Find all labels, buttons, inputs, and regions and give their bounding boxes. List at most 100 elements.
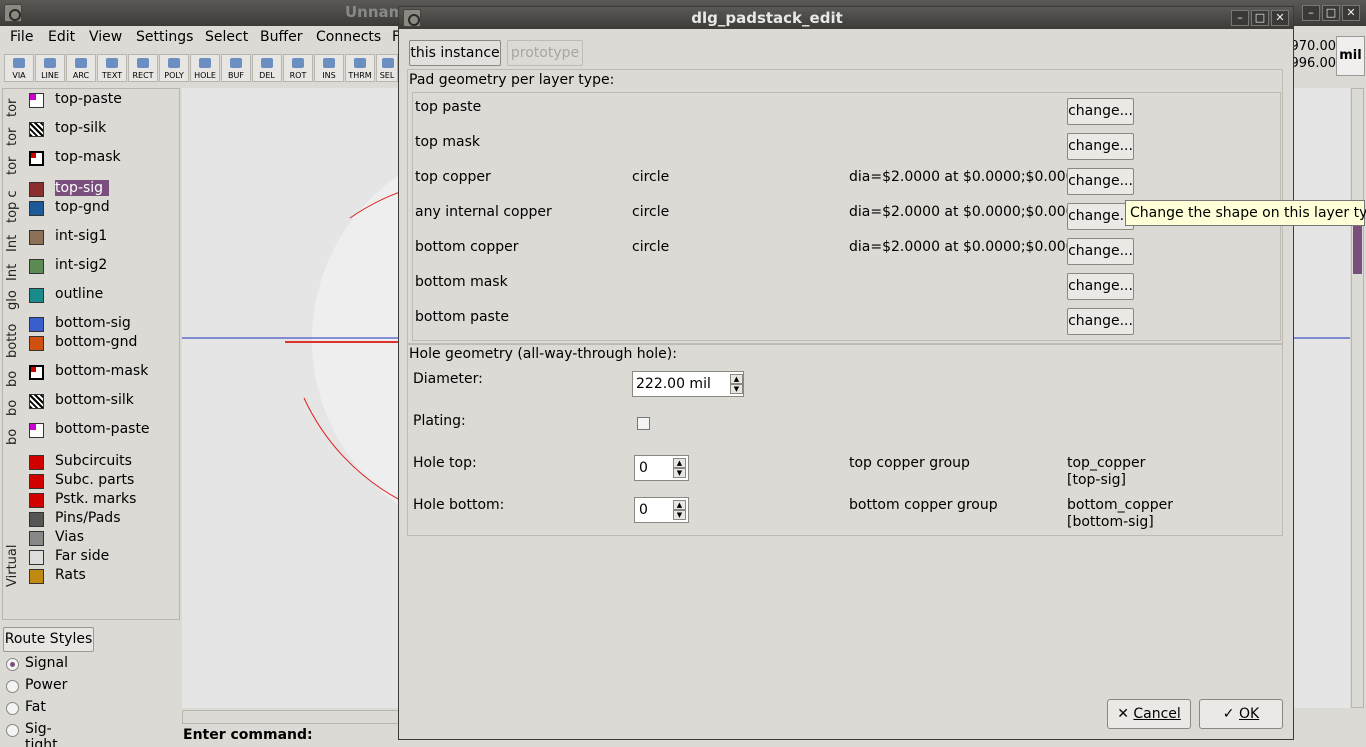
hole-bottom-decrement-icon[interactable]: ▼	[673, 510, 686, 520]
layer-color-swatch[interactable]	[29, 336, 44, 351]
virtual-layer-name[interactable]: Subc. parts	[55, 472, 134, 488]
layer-name[interactable]: int-sig2	[55, 257, 107, 273]
poly-tool-button[interactable]: POLY	[159, 54, 189, 82]
menu-view[interactable]: View	[89, 29, 122, 45]
change-shape-button[interactable]: change...	[1067, 133, 1134, 160]
layer-color-swatch[interactable]	[29, 93, 44, 108]
hole-tool-button[interactable]: HOLE	[190, 54, 220, 82]
menu-select[interactable]: Select	[205, 29, 248, 45]
hole-top-decrement-icon[interactable]: ▼	[673, 468, 686, 478]
radio-icon[interactable]	[6, 702, 19, 715]
radio-icon[interactable]	[6, 680, 19, 693]
hole-top-increment-icon[interactable]: ▲	[673, 458, 686, 468]
route-styles-button[interactable]: Route Styles	[3, 627, 94, 652]
change-shape-button[interactable]: change...	[1067, 238, 1134, 265]
main-minimize-icon[interactable]: –	[1302, 5, 1320, 21]
layer-color-swatch[interactable]	[29, 365, 44, 380]
change-shape-button[interactable]: change...	[1067, 168, 1134, 195]
layer-name[interactable]: outline	[55, 286, 103, 302]
unit-toggle-button[interactable]: mil	[1336, 36, 1365, 76]
dialog-minimize-icon[interactable]: –	[1231, 10, 1249, 26]
virtual-layer-row[interactable]: Subcircuits	[25, 453, 175, 472]
text-tool-button[interactable]: TEXT	[97, 54, 127, 82]
virtual-layer-name[interactable]: Far side	[55, 548, 109, 564]
layer-name[interactable]: bottom-mask	[55, 363, 148, 379]
diameter-increment-icon[interactable]: ▲	[730, 374, 743, 384]
del-tool-button[interactable]: DEL	[252, 54, 282, 82]
hole-bottom-increment-icon[interactable]: ▲	[673, 500, 686, 510]
via-tool-button[interactable]: VIA	[4, 54, 34, 82]
menu-edit[interactable]: Edit	[48, 29, 75, 45]
menu-buffer[interactable]: Buffer	[260, 29, 303, 45]
layer-color-swatch[interactable]	[29, 493, 44, 508]
layer-row-top-sig[interactable]: top-sig	[25, 180, 175, 199]
buf-tool-button[interactable]: BUF	[221, 54, 251, 82]
layer-group-label[interactable]: Int	[5, 226, 20, 252]
layer-row-int-sig2[interactable]: int-sig2	[25, 257, 175, 276]
plating-checkbox[interactable]	[637, 417, 650, 430]
layer-row-bottom-mask[interactable]: bottom-mask	[25, 363, 175, 382]
menu-file[interactable]: File	[10, 29, 33, 45]
drawing-canvas[interactable]	[182, 88, 400, 708]
layer-name[interactable]: top-silk	[55, 120, 106, 136]
menu-settings[interactable]: Settings	[136, 29, 193, 45]
layer-name[interactable]: top-sig	[55, 180, 110, 196]
hole-top-value[interactable]: 0	[639, 460, 648, 476]
layer-color-swatch[interactable]	[29, 259, 44, 274]
layer-color-swatch[interactable]	[29, 201, 44, 216]
layer-color-swatch[interactable]	[29, 151, 44, 166]
layer-color-swatch[interactable]	[29, 317, 44, 332]
layer-name[interactable]: top-gnd	[55, 199, 110, 215]
layer-group-label[interactable]: bo	[5, 361, 20, 387]
diameter-decrement-icon[interactable]: ▼	[730, 384, 743, 394]
virtual-layer-name[interactable]: Pins/Pads	[55, 510, 120, 526]
virtual-layer-name[interactable]: Rats	[55, 567, 86, 583]
line-tool-button[interactable]: LINE	[35, 54, 65, 82]
layer-color-swatch[interactable]	[29, 474, 44, 489]
layer-color-swatch[interactable]	[29, 550, 44, 565]
layer-group-label[interactable]: bo	[5, 419, 20, 445]
dialog-maximize-icon[interactable]: □	[1251, 10, 1269, 26]
layer-row-top-gnd[interactable]: top-gnd	[25, 199, 175, 218]
layer-group-label[interactable]: top c	[5, 178, 20, 223]
layer-group-label[interactable]: tor	[5, 149, 20, 175]
rect-tool-button[interactable]: RECT	[128, 54, 158, 82]
layer-row-int-sig1[interactable]: int-sig1	[25, 228, 175, 247]
layer-group-label[interactable]: Int	[5, 255, 20, 281]
layer-color-swatch[interactable]	[29, 394, 44, 409]
main-maximize-icon[interactable]: □	[1322, 5, 1340, 21]
virtual-layer-name[interactable]: Pstk. marks	[55, 491, 136, 507]
virtual-layer-row[interactable]: Far side	[25, 548, 175, 567]
layer-name[interactable]: bottom-sig	[55, 315, 131, 331]
radio-icon[interactable]	[6, 658, 19, 671]
layer-name[interactable]: bottom-silk	[55, 392, 134, 408]
layer-group-label[interactable]: bo	[5, 390, 20, 416]
arc-tool-button[interactable]: ARC	[66, 54, 96, 82]
layer-row-bottom-gnd[interactable]: bottom-gnd	[25, 334, 175, 353]
layer-group-label[interactable]: tor	[5, 120, 20, 146]
drawing-canvas-right[interactable]	[1292, 88, 1350, 708]
radio-icon[interactable]	[6, 724, 19, 737]
ok-button[interactable]: ✓ OK	[1199, 699, 1283, 729]
rot-tool-button[interactable]: ROT	[283, 54, 313, 82]
layer-row-bottom-sig[interactable]: bottom-sig	[25, 315, 175, 334]
main-close-icon[interactable]: ✕	[1342, 5, 1360, 21]
layer-color-swatch[interactable]	[29, 531, 44, 546]
layer-row-bottom-paste[interactable]: bottom-paste	[25, 421, 175, 440]
layer-row-outline[interactable]: outline	[25, 286, 175, 305]
virtual-layer-row[interactable]: Subc. parts	[25, 472, 175, 491]
sel-tool-button[interactable]: SEL	[376, 54, 398, 82]
virtual-layer-row[interactable]: Pins/Pads	[25, 510, 175, 529]
layer-group-label[interactable]: Virtual	[5, 449, 20, 587]
change-shape-button[interactable]: change...	[1067, 308, 1134, 335]
vertical-scrollbar[interactable]	[1351, 88, 1364, 708]
layer-color-swatch[interactable]	[29, 569, 44, 584]
change-shape-button[interactable]: change...	[1067, 273, 1134, 300]
change-shape-button[interactable]: change...	[1067, 203, 1134, 230]
layer-color-swatch[interactable]	[29, 455, 44, 470]
thrm-tool-button[interactable]: THRM	[345, 54, 375, 82]
change-shape-button[interactable]: change...	[1067, 98, 1134, 125]
virtual-layer-row[interactable]: Rats	[25, 567, 175, 586]
layer-color-swatch[interactable]	[29, 288, 44, 303]
virtual-layer-row[interactable]: Vias	[25, 529, 175, 548]
